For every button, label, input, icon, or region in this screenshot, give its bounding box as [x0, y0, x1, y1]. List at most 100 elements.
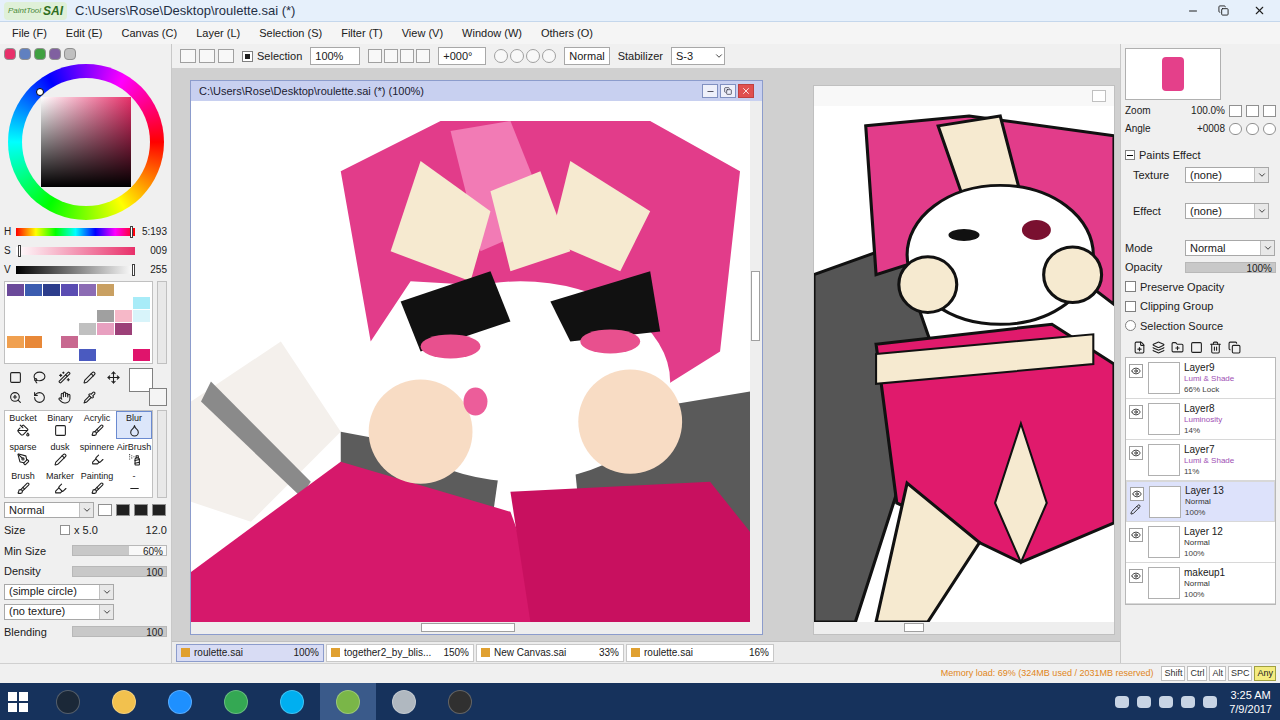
color-mode-button[interactable]: [49, 48, 61, 60]
clock[interactable]: 3:25 AM7/9/2017: [1229, 688, 1272, 716]
visibility-toggle[interactable]: [1129, 569, 1143, 583]
color-mode-button[interactable]: [4, 48, 16, 60]
color-swatch[interactable]: [61, 284, 78, 296]
navigator-zoom-button[interactable]: [1229, 105, 1242, 117]
color-swatch[interactable]: [61, 336, 78, 348]
close-button[interactable]: [1238, 0, 1280, 21]
brush-shape-button[interactable]: [116, 504, 130, 516]
color-swatch[interactable]: [79, 297, 96, 309]
menu-item[interactable]: Others (O): [541, 25, 593, 42]
menu-item[interactable]: Edit (E): [66, 25, 103, 42]
taskbar-app[interactable]: [320, 683, 376, 720]
brush-mode-dropdown[interactable]: Normal: [4, 502, 94, 518]
navigator-rotate-button[interactable]: [1263, 123, 1276, 135]
color-slider[interactable]: S009: [4, 243, 167, 258]
zoom-button[interactable]: [368, 49, 382, 63]
zoom-button[interactable]: [416, 49, 430, 63]
effect-dropdown[interactable]: (none): [1185, 203, 1269, 219]
color-swatch[interactable]: [115, 323, 132, 335]
color-mode-button[interactable]: [19, 48, 31, 60]
document-tab[interactable]: roulette.sai16%: [626, 644, 774, 662]
tray-icon[interactable]: [1159, 696, 1173, 708]
color-swatch[interactable]: [115, 284, 132, 296]
visibility-toggle[interactable]: [1129, 405, 1143, 419]
color-swatch[interactable]: [115, 310, 132, 322]
tool-button[interactable]: [4, 388, 27, 406]
minimize-button[interactable]: [1178, 0, 1208, 21]
brush-item[interactable]: sparse: [5, 440, 41, 468]
color-swatch[interactable]: [97, 310, 114, 322]
color-wheel[interactable]: [8, 64, 164, 220]
brush-item[interactable]: Bucket: [5, 411, 41, 439]
color-swatch[interactable]: [115, 336, 132, 348]
color-swatch[interactable]: [61, 310, 78, 322]
taskbar-app[interactable]: [264, 683, 320, 720]
brush-shape-button[interactable]: [98, 504, 112, 516]
layer-option-checkbox[interactable]: [1125, 301, 1136, 312]
color-swatch[interactable]: [25, 310, 42, 322]
tool-button[interactable]: [78, 368, 101, 386]
taskbar-app[interactable]: [376, 683, 432, 720]
color-swatch[interactable]: [61, 297, 78, 309]
color-swatch[interactable]: [25, 336, 42, 348]
color-swatch[interactable]: [79, 336, 96, 348]
color-swatch[interactable]: [7, 349, 24, 361]
color-swatch[interactable]: [43, 297, 60, 309]
rotate-button[interactable]: [494, 49, 508, 63]
tray-icon[interactable]: [1115, 696, 1129, 708]
tool-button[interactable]: [4, 368, 27, 386]
doc-minimize-button[interactable]: [702, 84, 718, 98]
layer-action-icon[interactable]: [1152, 341, 1165, 354]
color-swatch[interactable]: [133, 310, 150, 322]
zoom-button[interactable]: [384, 49, 398, 63]
brush-item[interactable]: -: [116, 469, 152, 497]
color-swatch[interactable]: [133, 284, 150, 296]
stabilizer-dropdown[interactable]: S-3: [671, 47, 725, 66]
color-swatch[interactable]: [7, 310, 24, 322]
brush-item[interactable]: spinnere: [79, 440, 115, 468]
color-mode-button[interactable]: [34, 48, 46, 60]
layer-row[interactable]: Layer8Luminosity14%: [1126, 399, 1275, 440]
color-swatch[interactable]: [25, 323, 42, 335]
layer-row[interactable]: Layer 12Normal100%: [1126, 522, 1275, 563]
color-swatch[interactable]: [43, 349, 60, 361]
brush-item[interactable]: AirBrush: [116, 440, 152, 468]
visibility-toggle[interactable]: [1130, 487, 1144, 501]
menu-item[interactable]: Window (W): [462, 25, 522, 42]
tool-button[interactable]: [53, 388, 76, 406]
flip-mode[interactable]: Normal: [564, 47, 609, 66]
layer-action-icon[interactable]: [1209, 341, 1222, 354]
layer-row[interactable]: makeup1Normal100%: [1126, 563, 1275, 604]
brush-shape-dropdown[interactable]: (simple circle): [4, 584, 114, 600]
menu-item[interactable]: File (F): [12, 25, 47, 42]
tool-button[interactable]: [102, 368, 125, 386]
color-mode-button[interactable]: [64, 48, 76, 60]
rotate-button[interactable]: [542, 49, 556, 63]
tray-icon[interactable]: [1181, 696, 1195, 708]
tool-button[interactable]: [29, 368, 52, 386]
layer-action-icon[interactable]: [1133, 341, 1146, 354]
color-swatch[interactable]: [61, 349, 78, 361]
color-square[interactable]: [41, 97, 131, 187]
menu-item[interactable]: View (V): [402, 25, 443, 42]
layer-row[interactable]: Layer9Lumi & Shade66% Lock: [1126, 358, 1275, 399]
doc-restore-button[interactable]: [1092, 90, 1106, 102]
color-swatch[interactable]: [79, 284, 96, 296]
zoom-button[interactable]: [400, 49, 414, 63]
zoom-field[interactable]: 100%: [310, 47, 360, 66]
taskbar-app[interactable]: [40, 683, 96, 720]
menu-item[interactable]: Canvas (C): [122, 25, 178, 42]
taskbar-app[interactable]: [152, 683, 208, 720]
color-swatch[interactable]: [133, 297, 150, 309]
brush-item[interactable]: Blur: [116, 411, 152, 439]
tray-icon[interactable]: [1137, 696, 1151, 708]
visibility-toggle[interactable]: [1129, 528, 1143, 542]
taskbar-app[interactable]: [96, 683, 152, 720]
tool-button[interactable]: [78, 388, 101, 406]
layer-option-checkbox[interactable]: [1125, 281, 1136, 292]
navigator-rotate-button[interactable]: [1246, 123, 1259, 135]
color-boxes[interactable]: [129, 368, 167, 406]
color-swatch[interactable]: [79, 349, 96, 361]
brush-shape-button[interactable]: [152, 504, 166, 516]
texture-dropdown[interactable]: (none): [1185, 167, 1269, 183]
